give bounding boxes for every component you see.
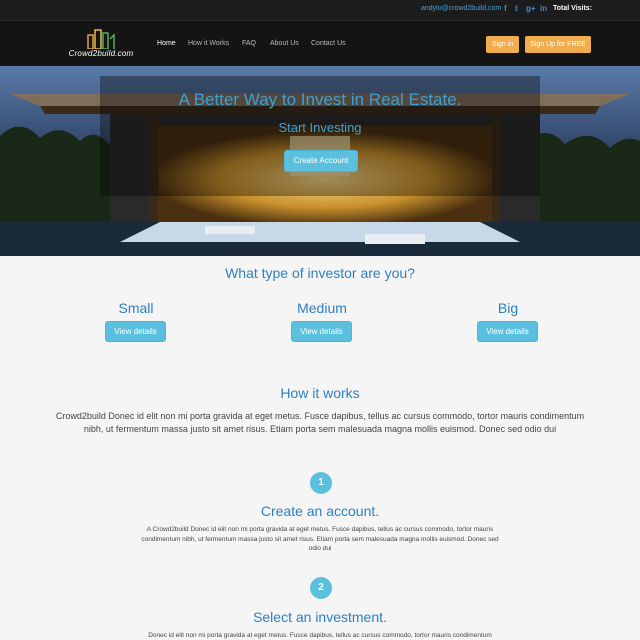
google-plus-icon[interactable]: g+ [526, 4, 536, 13]
hero-title: A Better Way to Invest in Real Estate. [178, 90, 462, 109]
logo-buildings-icon [87, 29, 115, 49]
step-1-title: Create an account. [260, 503, 380, 519]
investor-small-label: Small [118, 300, 154, 316]
logo-text: Crowd2build.com [68, 49, 134, 58]
top-bar: andylo@crowd2build.com f t g+ in Total V… [0, 0, 640, 20]
how-it-works-intro: Crowd2build Donec id elit non mi porta g… [55, 411, 585, 434]
facebook-icon[interactable]: f [504, 4, 507, 13]
main-navbar: Crowd2build.com Home How it Works FAQ Ab… [0, 20, 640, 66]
big-view-details-button[interactable]: View details [477, 321, 538, 342]
nav-how-it-works[interactable]: How it Works [188, 40, 229, 47]
nav-contact-us[interactable]: Contact Us [311, 40, 346, 47]
step-2-text: Donec id elit non mi porta gravida at eg… [148, 632, 492, 639]
total-visits-label: Total Visits: [553, 5, 593, 12]
investor-section-title: What type of investor are you? [225, 265, 415, 281]
nav-home[interactable]: Home [157, 40, 176, 47]
step-1-text: A Crowd2build Donec id elit non mi porta… [141, 526, 499, 552]
how-it-works-title: How it works [280, 385, 360, 401]
logo[interactable]: Crowd2build.com [68, 29, 134, 61]
step-2-badge: 2 [310, 577, 332, 599]
sign-up-button[interactable]: Sign Up for FREE [525, 36, 591, 53]
nav-about-us[interactable]: About Us [270, 40, 299, 47]
investor-medium-label: Medium [297, 300, 347, 316]
hero-subtitle: Start Investing [278, 120, 362, 135]
nav-faq[interactable]: FAQ [242, 40, 256, 47]
step-2-title: Select an investment. [253, 609, 387, 625]
medium-view-details-button[interactable]: View details [291, 321, 352, 342]
contact-email-link[interactable]: andylo@crowd2build.com [421, 5, 501, 12]
twitter-icon[interactable]: t [515, 4, 518, 13]
investor-big-label: Big [497, 300, 519, 316]
step-1-badge: 1 [310, 472, 332, 494]
small-view-details-button[interactable]: View details [105, 321, 166, 342]
linkedin-icon[interactable]: in [540, 4, 547, 13]
sign-in-button[interactable]: Sign in [486, 36, 519, 53]
hero-banner: A Better Way to Invest in Real Estate. S… [0, 66, 640, 256]
create-account-button[interactable]: Create Account [284, 150, 358, 172]
